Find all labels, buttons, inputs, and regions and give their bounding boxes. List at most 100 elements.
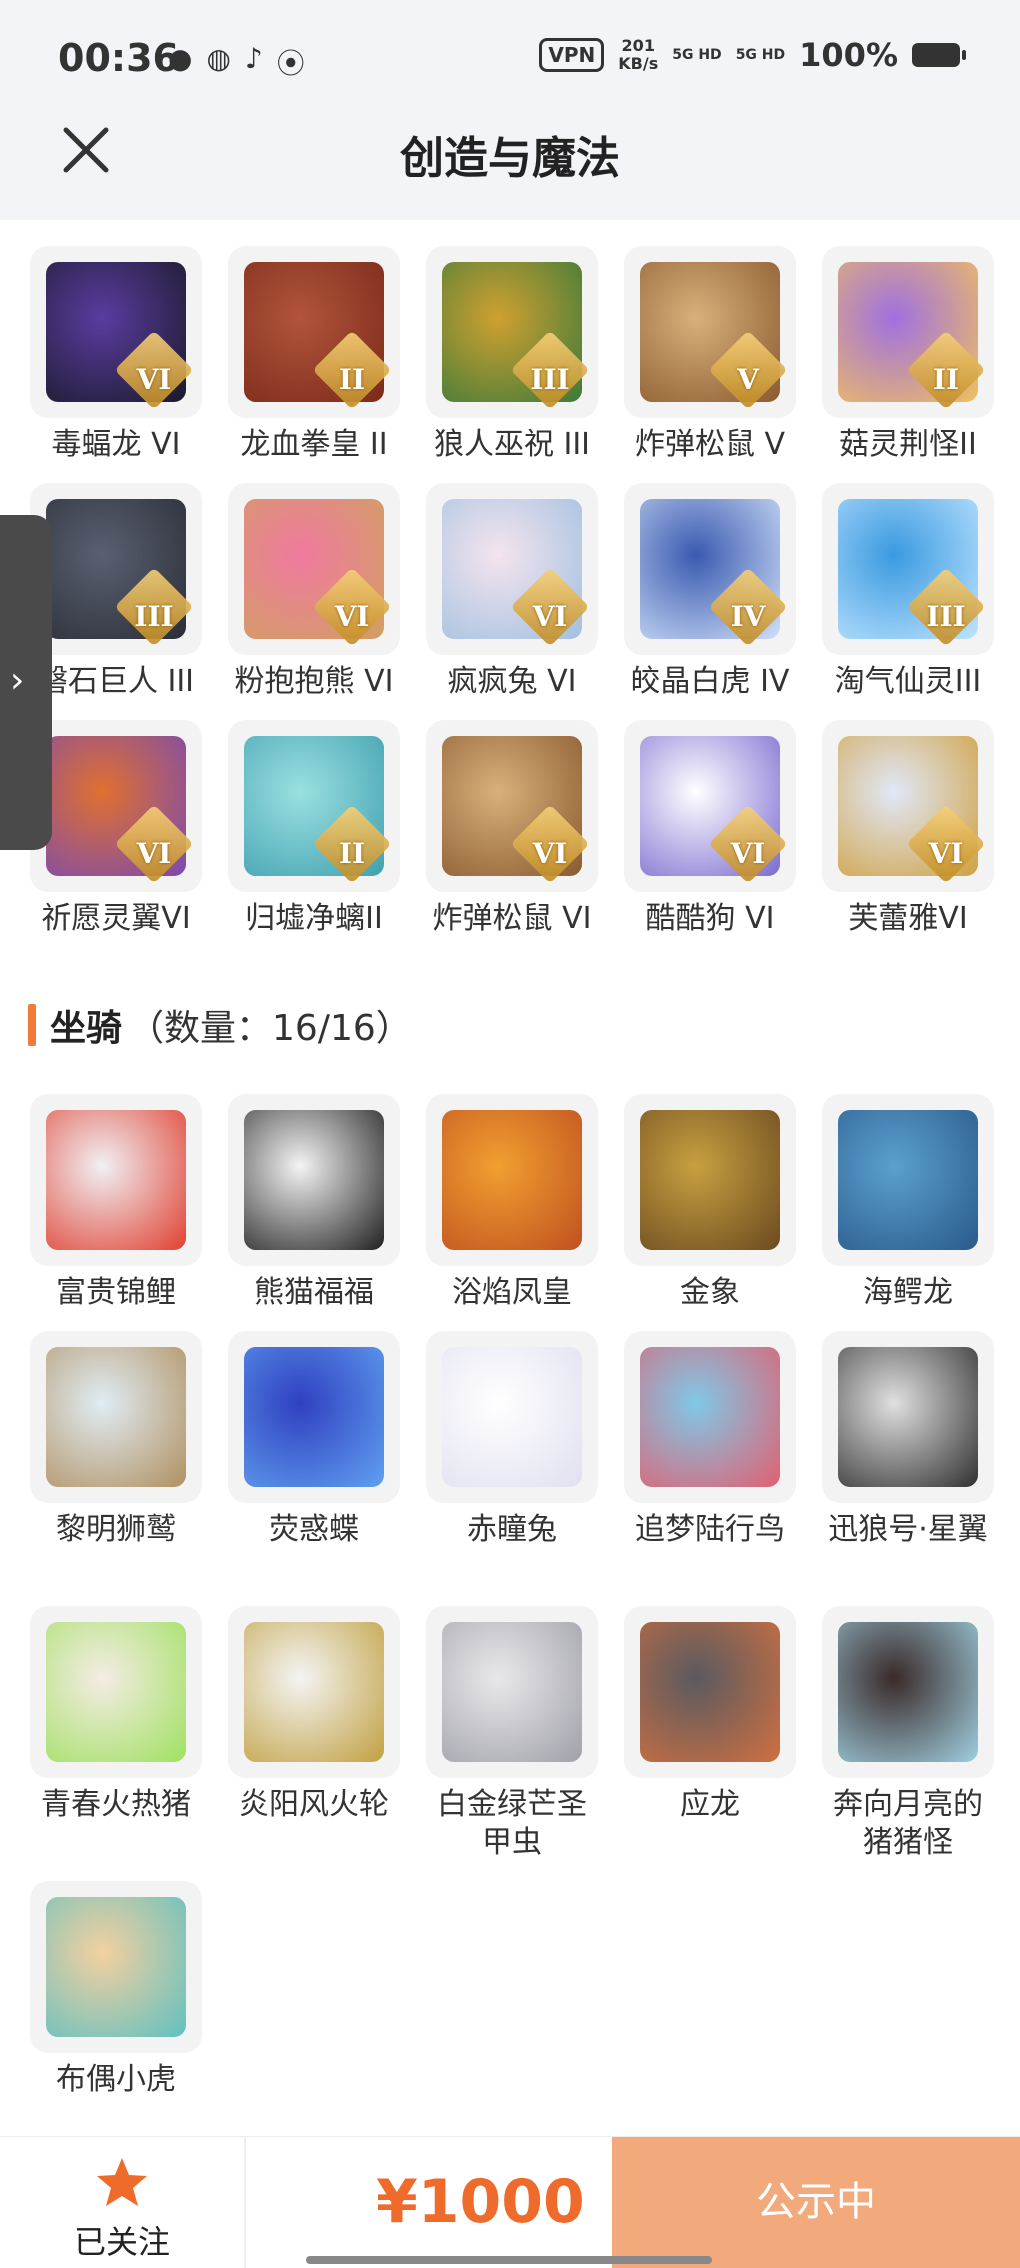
pet-item[interactable]: VI 芙蕾雅VI xyxy=(820,720,996,938)
item-thumbnail xyxy=(822,1331,994,1503)
item-thumbnail xyxy=(228,1094,400,1266)
item-image xyxy=(46,1897,186,2037)
pet-item[interactable]: VI 毒蝠龙 VI xyxy=(28,246,204,464)
item-name: 迅狼号·星翼 xyxy=(828,1512,988,1547)
rank-badge-text: VI xyxy=(532,600,568,633)
pet-item[interactable]: VI 祈愿灵翼VI xyxy=(28,720,204,938)
star-icon xyxy=(97,2158,147,2206)
tiktok-icon: ♪ xyxy=(244,42,263,75)
item-image xyxy=(244,1110,384,1250)
pet-item[interactable]: IV 皎晶白虎 IV xyxy=(622,483,798,701)
pet-item[interactable]: VI 粉抱抱熊 VI xyxy=(226,483,402,701)
item-image xyxy=(46,1622,186,1762)
item-thumbnail: VI xyxy=(228,483,400,655)
item-name: 狼人巫祝 III xyxy=(433,427,591,462)
home-indicator xyxy=(306,2256,712,2264)
mount-item[interactable]: 荧惑蝶 xyxy=(226,1331,402,1549)
status-time: 00:36 xyxy=(58,36,179,80)
mount-item[interactable]: 黎明狮鹫 xyxy=(28,1331,204,1549)
item-name: 奔向月亮的猪猪怪 xyxy=(833,1787,983,1860)
mount-item[interactable]: 应龙 xyxy=(622,1606,798,1824)
side-drawer-tab[interactable]: › xyxy=(0,515,52,850)
item-name: 白金绿芒圣甲虫 xyxy=(437,1787,587,1860)
item-thumbnail: VI xyxy=(30,720,202,892)
item-name: 磐石巨人 III xyxy=(37,664,195,699)
item-thumbnail: III xyxy=(822,483,994,655)
item-name: 富贵锦鲤 xyxy=(56,1275,176,1310)
item-name: 青春火热猪 xyxy=(41,1787,191,1822)
item-name: 粉抱抱熊 VI xyxy=(234,664,394,699)
item-name: 皎晶白虎 IV xyxy=(630,664,790,699)
item-thumbnail xyxy=(30,1331,202,1503)
item-image xyxy=(442,1110,582,1250)
follow-label: 已关注 xyxy=(73,2223,170,2261)
pet-item[interactable]: VI 炸弹松鼠 VI xyxy=(424,720,600,938)
speed-value: 201 xyxy=(621,36,655,55)
item-thumbnail: II xyxy=(822,246,994,418)
item-thumbnail xyxy=(426,1606,598,1778)
mount-item[interactable]: 奔向月亮的猪猪怪 xyxy=(820,1606,996,1862)
item-name: 祈愿灵翼VI xyxy=(41,901,191,936)
network-speed: 201 KB/s xyxy=(618,37,658,73)
mount-item[interactable]: 迅狼号·星翼 xyxy=(820,1331,996,1549)
item-image xyxy=(442,1622,582,1762)
rank-badge-text: V xyxy=(737,363,759,396)
section-title: 坐骑 xyxy=(50,1008,123,1049)
item-thumbnail: II xyxy=(228,720,400,892)
item-name: 追梦陆行鸟 xyxy=(635,1512,785,1547)
item-name: 菇灵荆怪II xyxy=(839,427,977,462)
item-image xyxy=(838,1110,978,1250)
item-thumbnail: VI xyxy=(426,483,598,655)
mount-item[interactable]: 赤瞳兔 xyxy=(424,1331,600,1549)
item-thumbnail: V xyxy=(624,246,796,418)
section-accent-bar xyxy=(28,1004,36,1046)
item-image xyxy=(640,1110,780,1250)
pet-item[interactable]: III 淘气仙灵III xyxy=(820,483,996,701)
mount-item[interactable]: 浴焰凤皇 xyxy=(424,1094,600,1312)
mount-item[interactable]: 海鳄龙 xyxy=(820,1094,996,1312)
item-thumbnail xyxy=(624,1331,796,1503)
item-name: 炸弹松鼠 VI xyxy=(432,901,592,936)
follow-button[interactable]: 已关注 xyxy=(0,2137,246,2268)
item-thumbnail: VI xyxy=(822,720,994,892)
pet-item[interactable]: V 炸弹松鼠 V xyxy=(622,246,798,464)
item-name: 疯疯兔 VI xyxy=(447,664,577,699)
bottom-bar: 已关注 ¥1000 公示中 xyxy=(0,2136,1020,2268)
item-thumbnail: VI xyxy=(30,246,202,418)
item-thumbnail: VI xyxy=(624,720,796,892)
mount-item[interactable]: 布偶小虎 xyxy=(28,1881,204,2099)
publish-status-button[interactable]: 公示中 xyxy=(612,2137,1020,2268)
mount-item[interactable]: 白金绿芒圣甲虫 xyxy=(424,1606,600,1862)
message-icon: ● xyxy=(168,42,193,75)
pet-item[interactable]: VI 酷酷狗 VI xyxy=(622,720,798,938)
pet-item[interactable]: II 归墟净螭II xyxy=(226,720,402,938)
item-thumbnail xyxy=(30,1606,202,1778)
battery-percent: 100% xyxy=(799,36,898,74)
mount-item[interactable]: 追梦陆行鸟 xyxy=(622,1331,798,1549)
pet-item[interactable]: III 磐石巨人 III xyxy=(28,483,204,701)
item-name: 毒蝠龙 VI xyxy=(51,427,181,462)
pet-item[interactable]: II 龙血拳皇 II xyxy=(226,246,402,464)
rank-badge-text: III xyxy=(926,600,966,633)
status-notification-icons: ● ◍ ♪ ⦿ xyxy=(168,42,305,82)
item-name: 酷酷狗 VI xyxy=(645,901,775,936)
item-image xyxy=(244,1622,384,1762)
rank-badge-text: II xyxy=(338,363,366,396)
mount-item[interactable]: 熊猫福福 xyxy=(226,1094,402,1312)
mount-item[interactable]: 富贵锦鲤 xyxy=(28,1094,204,1312)
item-image xyxy=(838,1622,978,1762)
mount-item[interactable]: 炎阳风火轮 xyxy=(226,1606,402,1824)
pet-item[interactable]: III 狼人巫祝 III xyxy=(424,246,600,464)
rank-badge-text: III xyxy=(530,363,570,396)
rank-badge-text: VI xyxy=(334,600,370,633)
broadcast-icon: ⦿ xyxy=(276,47,305,80)
signal-1: 5G HD xyxy=(672,47,722,63)
mount-item[interactable]: 青春火热猪 xyxy=(28,1606,204,1824)
page-title: 创造与魔法 xyxy=(400,133,620,184)
item-name: 荧惑蝶 xyxy=(269,1512,359,1547)
pet-item[interactable]: II 菇灵荆怪II xyxy=(820,246,996,464)
battery-icon xyxy=(912,43,966,67)
item-thumbnail: VI xyxy=(426,720,598,892)
pet-item[interactable]: VI 疯疯兔 VI xyxy=(424,483,600,701)
mount-item[interactable]: 金象 xyxy=(622,1094,798,1312)
